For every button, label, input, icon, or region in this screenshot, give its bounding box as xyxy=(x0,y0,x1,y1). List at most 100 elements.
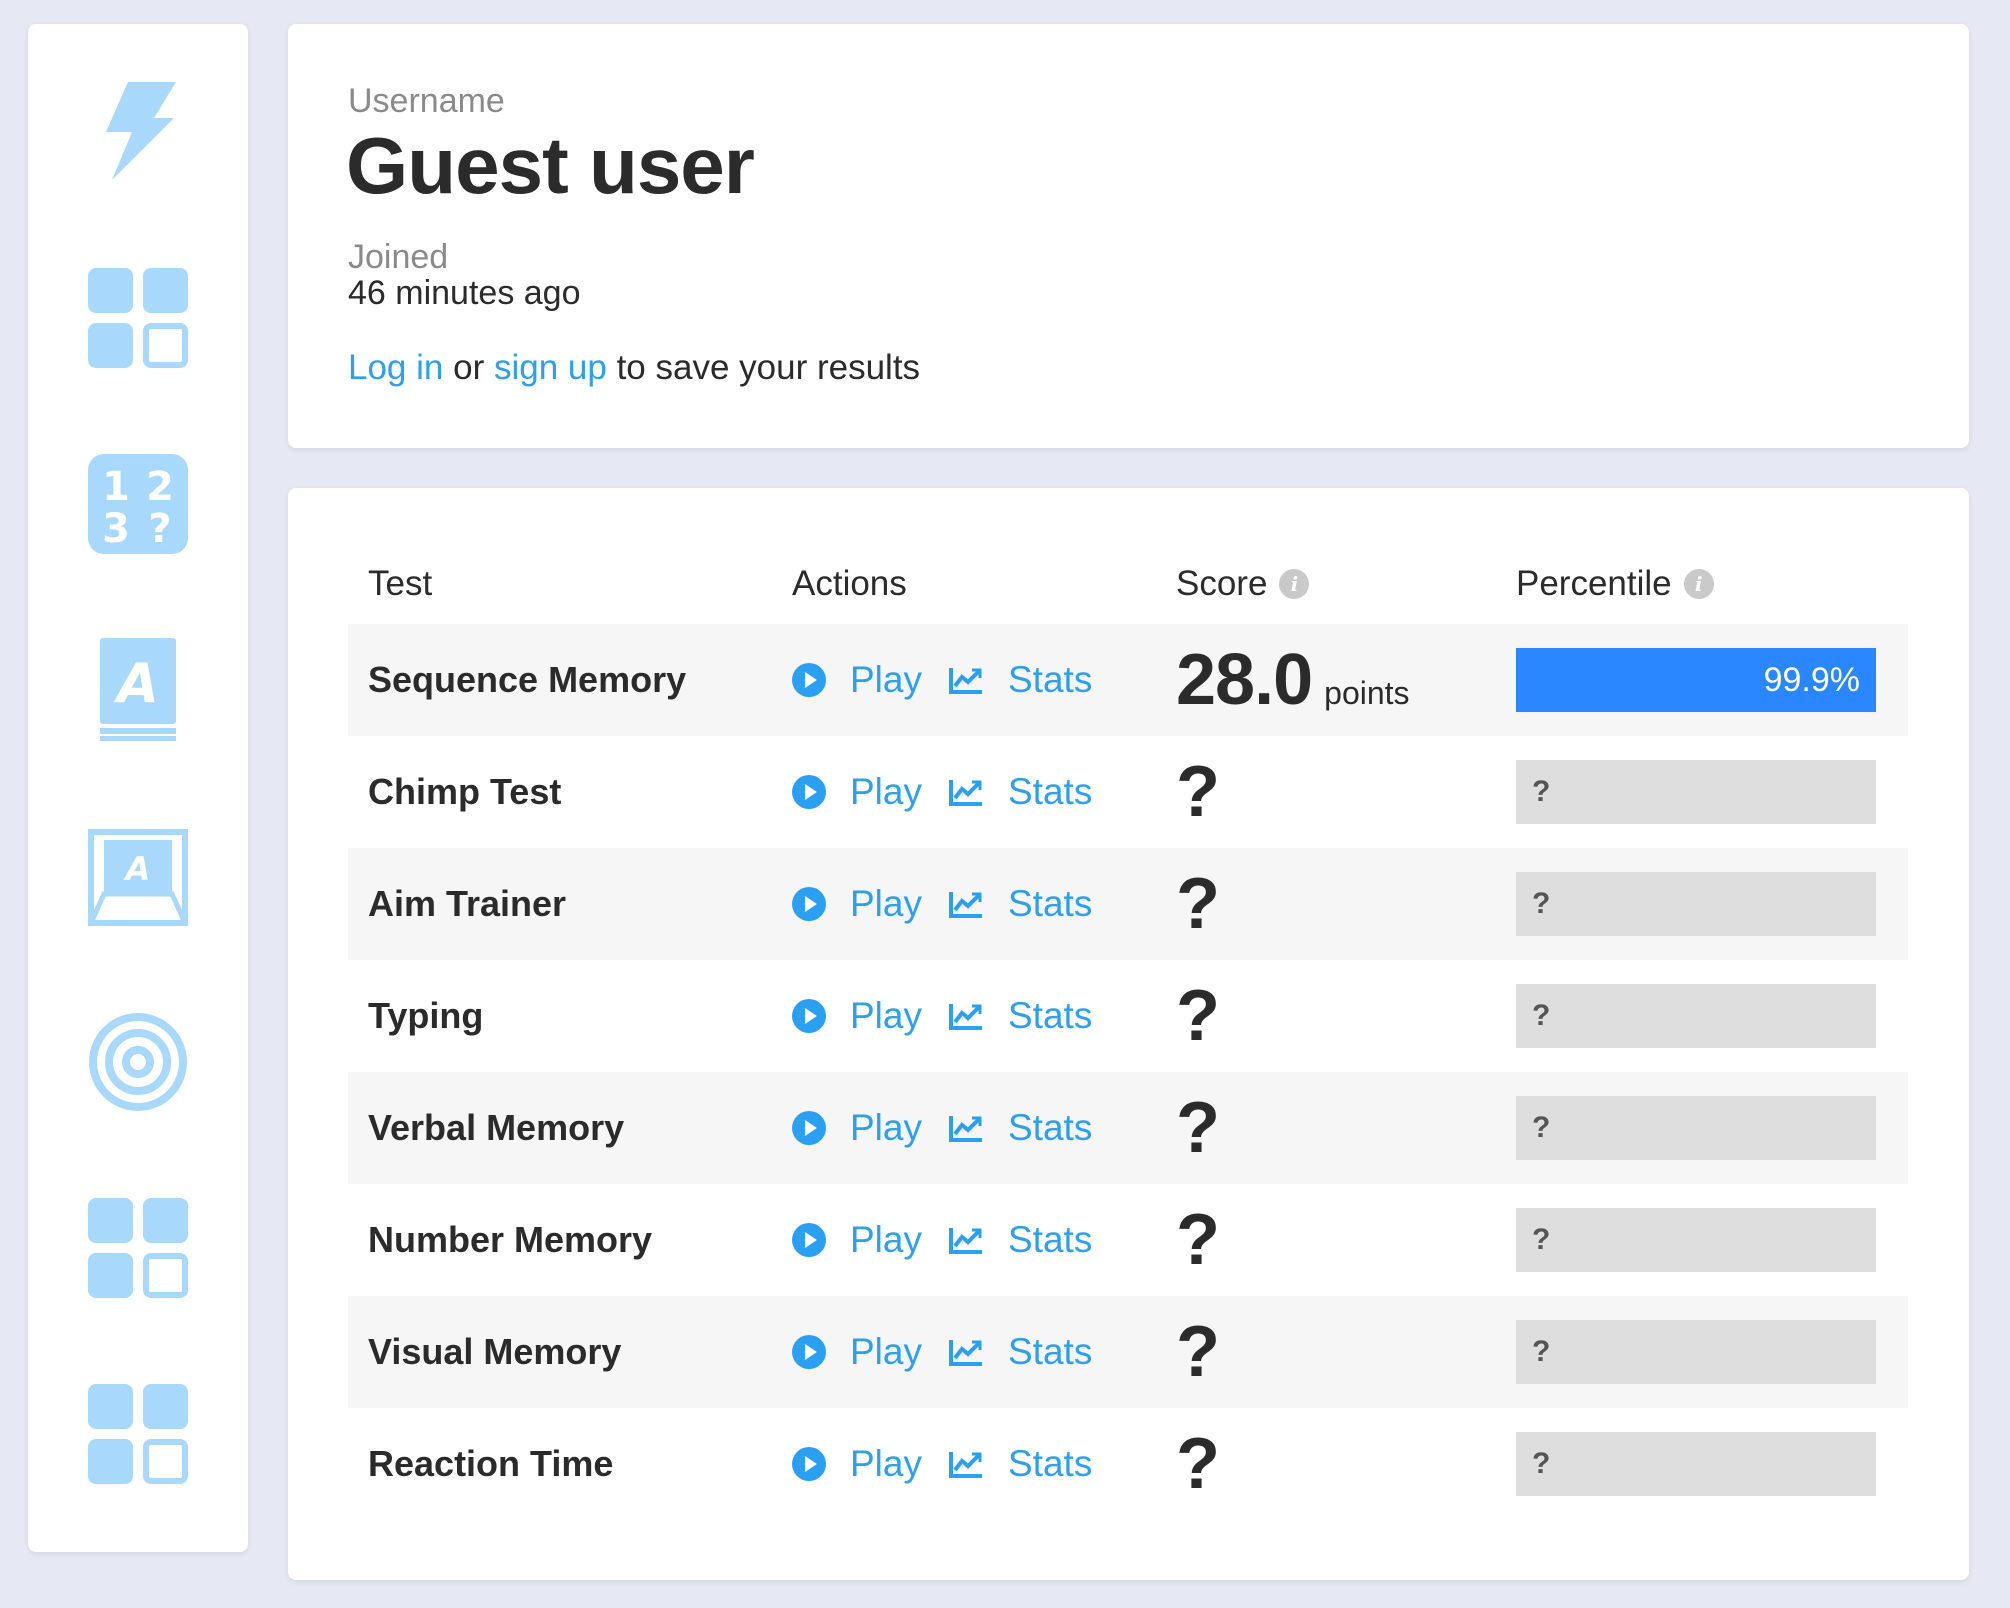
stats-chart-icon xyxy=(948,1337,996,1367)
grid-icon[interactable] xyxy=(88,1198,188,1298)
score-cell: ? xyxy=(1176,1408,1220,1520)
play-icon xyxy=(792,999,838,1033)
svg-text:2: 2 xyxy=(146,464,174,510)
stats-button[interactable]: Stats xyxy=(948,848,1092,960)
play-button[interactable]: Play xyxy=(792,1072,922,1184)
grid-icon[interactable] xyxy=(88,268,188,368)
test-name: Visual Memory xyxy=(368,1331,622,1372)
play-label: Play xyxy=(850,995,922,1036)
info-icon[interactable]: i xyxy=(1279,569,1310,599)
play-icon xyxy=(792,663,838,697)
username-label: Username xyxy=(348,82,505,120)
percentile-bar: ? xyxy=(1516,1208,1876,1272)
stats-chart-icon xyxy=(948,1113,996,1143)
stats-label: Stats xyxy=(1008,1219,1093,1260)
score-unknown: ? xyxy=(1176,1200,1220,1280)
play-button[interactable]: Play xyxy=(792,1408,922,1520)
joined-label: Joined xyxy=(348,238,449,276)
percentile-bar: ? xyxy=(1516,760,1876,824)
score-unknown: ? xyxy=(1176,1088,1220,1168)
header-score: Score i xyxy=(1176,564,1310,604)
percentile-bar: ? xyxy=(1516,1320,1876,1384)
stats-button[interactable]: Stats xyxy=(948,1296,1092,1408)
score-cell: ? xyxy=(1176,1184,1220,1296)
lightning-icon[interactable] xyxy=(88,80,188,180)
play-button[interactable]: Play xyxy=(792,848,922,960)
stats-button[interactable]: Stats xyxy=(948,960,1092,1072)
percentile-value: 99.9% xyxy=(1763,661,1860,699)
percentile-unknown: ? xyxy=(1532,999,1551,1032)
test-name: Chimp Test xyxy=(368,771,562,812)
signup-link[interactable]: sign up xyxy=(494,348,607,387)
percentile-bar: ? xyxy=(1516,872,1876,936)
play-button[interactable]: Play xyxy=(792,960,922,1072)
header-test: Test xyxy=(368,564,433,603)
stats-button[interactable]: Stats xyxy=(948,624,1092,736)
percentile-unknown: ? xyxy=(1532,887,1551,920)
score-unknown: ? xyxy=(1176,1424,1220,1504)
play-label: Play xyxy=(850,659,922,700)
table-row: Typing Play Stats?? xyxy=(348,960,1908,1072)
number-memory-icon[interactable]: 1 2 3 ? xyxy=(88,454,188,554)
save-results-line: Log in or sign up to save your results xyxy=(348,348,920,388)
stats-chart-icon xyxy=(948,665,996,695)
grid-icon[interactable] xyxy=(88,1384,188,1484)
play-button[interactable]: Play xyxy=(792,624,922,736)
percentile-bar: ? xyxy=(1516,984,1876,1048)
score-cell: 28.0 points xyxy=(1176,624,1410,736)
stats-button[interactable]: Stats xyxy=(948,1184,1092,1296)
stats-button[interactable]: Stats xyxy=(948,1072,1092,1184)
info-icon[interactable]: i xyxy=(1683,569,1714,599)
play-icon xyxy=(792,1111,838,1145)
percentile-unknown: ? xyxy=(1532,1111,1551,1144)
svg-text:3: 3 xyxy=(102,506,130,552)
percentile-unknown: ? xyxy=(1532,1335,1551,1368)
profile-card: Username Guest user Joined 46 minutes ag… xyxy=(288,24,1969,448)
stats-label: Stats xyxy=(1008,659,1093,700)
login-link[interactable]: Log in xyxy=(348,348,443,387)
or-text: or xyxy=(453,348,485,387)
score-unknown: ? xyxy=(1176,752,1220,832)
play-label: Play xyxy=(850,883,922,924)
svg-text:A: A xyxy=(123,850,151,888)
score-unit: points xyxy=(1324,674,1410,711)
score-value: 28.0 xyxy=(1176,640,1313,720)
svg-text:A: A xyxy=(113,652,159,715)
results-card: Test Actions Score i Percentile i Sequen… xyxy=(288,488,1969,1580)
stats-button[interactable]: Stats xyxy=(948,736,1092,848)
percentile-unknown: ? xyxy=(1532,1223,1551,1256)
play-button[interactable]: Play xyxy=(792,1296,922,1408)
percentile-bar: ? xyxy=(1516,1432,1876,1496)
score-unknown: ? xyxy=(1176,1312,1220,1392)
play-icon xyxy=(792,887,838,921)
verbal-book-icon[interactable]: A xyxy=(88,638,188,741)
keyboard-key-icon[interactable]: A xyxy=(88,826,188,926)
table-row: Visual Memory Play Stats?? xyxy=(348,1296,1908,1408)
svg-text:?: ? xyxy=(148,506,171,552)
username: Guest user xyxy=(346,121,755,210)
joined-value: 46 minutes ago xyxy=(348,274,581,312)
play-label: Play xyxy=(850,1331,922,1372)
test-name: Verbal Memory xyxy=(368,1107,625,1148)
score-unknown: ? xyxy=(1176,864,1220,944)
play-icon xyxy=(792,1223,838,1257)
stats-label: Stats xyxy=(1008,771,1093,812)
score-cell: ? xyxy=(1176,848,1220,960)
stats-button[interactable]: Stats xyxy=(948,1408,1092,1520)
stats-chart-icon xyxy=(948,889,996,919)
table-row: Aim Trainer Play Stats?? xyxy=(348,848,1908,960)
stats-chart-icon xyxy=(948,1449,996,1479)
play-icon xyxy=(792,1335,838,1369)
table-row: Chimp Test Play Stats?? xyxy=(348,736,1908,848)
score-cell: ? xyxy=(1176,960,1220,1072)
stats-label: Stats xyxy=(1008,995,1093,1036)
play-button[interactable]: Play xyxy=(792,736,922,848)
score-unknown: ? xyxy=(1176,976,1220,1056)
sidebar: 1 2 3 ? A A xyxy=(28,24,248,1552)
table-header: Test Actions Score i Percentile i xyxy=(348,564,1908,624)
stats-chart-icon xyxy=(948,1225,996,1255)
play-label: Play xyxy=(850,1443,922,1484)
target-icon[interactable] xyxy=(88,1012,188,1112)
play-label: Play xyxy=(850,771,922,812)
play-button[interactable]: Play xyxy=(792,1184,922,1296)
